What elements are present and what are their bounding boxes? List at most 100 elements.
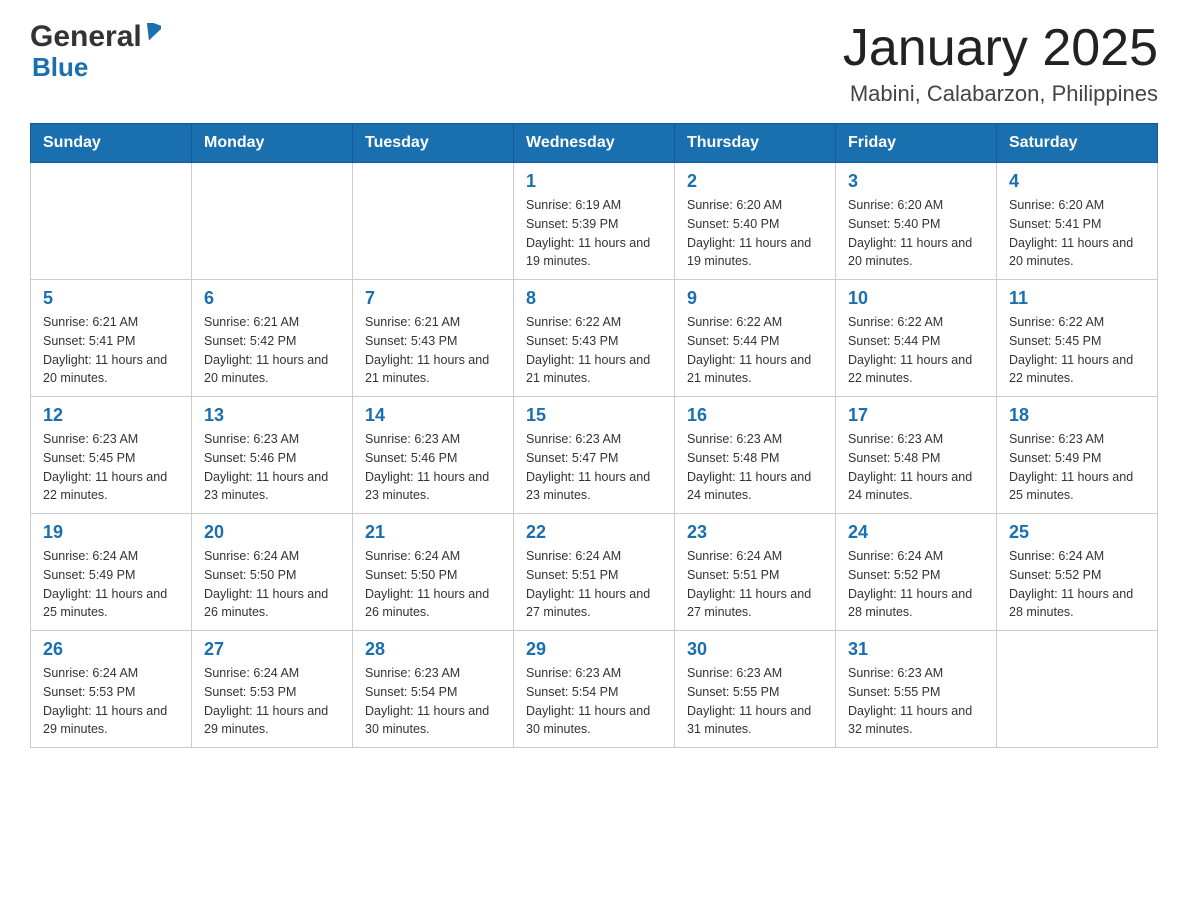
day-info: Sunrise: 6:23 AMSunset: 5:49 PMDaylight:… [1009, 430, 1145, 505]
day-number: 23 [687, 522, 823, 543]
day-number: 7 [365, 288, 501, 309]
calendar-cell: 8 Sunrise: 6:22 AMSunset: 5:43 PMDaylight… [514, 280, 675, 397]
header-monday: Monday [192, 124, 353, 163]
day-number: 3 [848, 171, 984, 192]
calendar-cell: 22 Sunrise: 6:24 AMSunset: 5:51 PMDayligh… [514, 514, 675, 631]
header-saturday: Saturday [997, 124, 1158, 163]
week-row-1: 1 Sunrise: 6:19 AMSunset: 5:39 PMDaylight… [31, 163, 1158, 280]
day-info: Sunrise: 6:22 AMSunset: 5:44 PMDaylight:… [687, 313, 823, 388]
calendar-cell: 30 Sunrise: 6:23 AMSunset: 5:55 PMDayligh… [675, 631, 836, 748]
day-info: Sunrise: 6:23 AMSunset: 5:46 PMDaylight:… [365, 430, 501, 505]
calendar-cell: 4Sunrise: 6:20 AMSunset: 5:41 PMDaylight… [997, 163, 1158, 280]
day-number: 12 [43, 405, 179, 426]
day-number: 22 [526, 522, 662, 543]
day-number: 29 [526, 639, 662, 660]
day-info: Sunrise: 6:24 AMSunset: 5:50 PMDaylight:… [365, 547, 501, 622]
day-number: 20 [204, 522, 340, 543]
day-number: 6 [204, 288, 340, 309]
header-sunday: Sunday [31, 124, 192, 163]
week-row-3: 12 Sunrise: 6:23 AMSunset: 5:45 PMDayligh… [31, 397, 1158, 514]
day-info: Sunrise: 6:23 AMSunset: 5:45 PMDaylight:… [43, 430, 179, 505]
calendar-cell: 6 Sunrise: 6:21 AMSunset: 5:42 PMDaylight… [192, 280, 353, 397]
day-number: 16 [687, 405, 823, 426]
calendar-cell: 3 Sunrise: 6:20 AMSunset: 5:40 PMDaylight… [836, 163, 997, 280]
day-info: Sunrise: 6:23 AMSunset: 5:47 PMDaylight:… [526, 430, 662, 505]
calendar-cell: 26 Sunrise: 6:24 AMSunset: 5:53 PMDayligh… [31, 631, 192, 748]
calendar-cell: 17 Sunrise: 6:23 AMSunset: 5:48 PMDayligh… [836, 397, 997, 514]
header-wednesday: Wednesday [514, 124, 675, 163]
header-tuesday: Tuesday [353, 124, 514, 163]
calendar-cell: 13 Sunrise: 6:23 AMSunset: 5:46 PMDayligh… [192, 397, 353, 514]
day-number: 26 [43, 639, 179, 660]
calendar-cell: 27 Sunrise: 6:24 AMSunset: 5:53 PMDayligh… [192, 631, 353, 748]
day-info: Sunrise: 6:23 AMSunset: 5:48 PMDaylight:… [687, 430, 823, 505]
day-info: Sunrise: 6:22 AMSunset: 5:43 PMDaylight:… [526, 313, 662, 388]
calendar-cell: 11 Sunrise: 6:22 AMSunset: 5:45 PMDayligh… [997, 280, 1158, 397]
day-number: 25 [1009, 522, 1145, 543]
header-friday: Friday [836, 124, 997, 163]
logo-triangle-icon [143, 23, 161, 48]
calendar-cell [31, 163, 192, 280]
calendar-cell: 15Sunrise: 6:23 AMSunset: 5:47 PMDayligh… [514, 397, 675, 514]
day-info: Sunrise: 6:24 AMSunset: 5:53 PMDaylight:… [204, 664, 340, 739]
day-number: 5 [43, 288, 179, 309]
day-info: Sunrise: 6:23 AMSunset: 5:48 PMDaylight:… [848, 430, 984, 505]
day-number: 30 [687, 639, 823, 660]
month-title: January 2025 [843, 20, 1158, 77]
day-number: 17 [848, 405, 984, 426]
calendar-cell: 12 Sunrise: 6:23 AMSunset: 5:45 PMDayligh… [31, 397, 192, 514]
day-info: Sunrise: 6:21 AMSunset: 5:42 PMDaylight:… [204, 313, 340, 388]
calendar-table: Sunday Monday Tuesday Wednesday Thursday… [30, 123, 1158, 748]
day-number: 28 [365, 639, 501, 660]
calendar-cell [192, 163, 353, 280]
calendar-cell: 20 Sunrise: 6:24 AMSunset: 5:50 PMDayligh… [192, 514, 353, 631]
day-info: Sunrise: 6:23 AMSunset: 5:46 PMDaylight:… [204, 430, 340, 505]
day-number: 31 [848, 639, 984, 660]
day-info: Sunrise: 6:19 AMSunset: 5:39 PMDaylight:… [526, 196, 662, 271]
day-number: 10 [848, 288, 984, 309]
day-info: Sunrise: 6:22 AMSunset: 5:45 PMDaylight:… [1009, 313, 1145, 388]
calendar-cell: 25 Sunrise: 6:24 AMSunset: 5:52 PMDayligh… [997, 514, 1158, 631]
calendar-cell: 2Sunrise: 6:20 AMSunset: 5:40 PMDaylight… [675, 163, 836, 280]
calendar-cell: 9 Sunrise: 6:22 AMSunset: 5:44 PMDaylight… [675, 280, 836, 397]
day-number: 8 [526, 288, 662, 309]
day-info: Sunrise: 6:24 AMSunset: 5:52 PMDaylight:… [1009, 547, 1145, 622]
title-section: January 2025 Mabini, Calabarzon, Philipp… [843, 20, 1158, 107]
day-info: Sunrise: 6:23 AMSunset: 5:55 PMDaylight:… [848, 664, 984, 739]
day-number: 27 [204, 639, 340, 660]
day-info: Sunrise: 6:24 AMSunset: 5:51 PMDaylight:… [526, 547, 662, 622]
day-number: 18 [1009, 405, 1145, 426]
calendar-cell: 23 Sunrise: 6:24 AMSunset: 5:51 PMDayligh… [675, 514, 836, 631]
day-number: 2 [687, 171, 823, 192]
day-info: Sunrise: 6:20 AMSunset: 5:41 PMDaylight:… [1009, 196, 1145, 271]
calendar-cell [997, 631, 1158, 748]
calendar-cell: 28Sunrise: 6:23 AMSunset: 5:54 PMDayligh… [353, 631, 514, 748]
day-info: Sunrise: 6:24 AMSunset: 5:50 PMDaylight:… [204, 547, 340, 622]
day-info: Sunrise: 6:21 AMSunset: 5:41 PMDaylight:… [43, 313, 179, 388]
day-info: Sunrise: 6:20 AMSunset: 5:40 PMDaylight:… [848, 196, 984, 271]
logo-general-text: General [30, 20, 142, 54]
day-info: Sunrise: 6:24 AMSunset: 5:49 PMDaylight:… [43, 547, 179, 622]
calendar-cell: 21 Sunrise: 6:24 AMSunset: 5:50 PMDayligh… [353, 514, 514, 631]
day-number: 1 [526, 171, 662, 192]
logo-blue-text: Blue [32, 52, 88, 83]
day-number: 11 [1009, 288, 1145, 309]
header-thursday: Thursday [675, 124, 836, 163]
day-number: 9 [687, 288, 823, 309]
calendar-cell: 24Sunrise: 6:24 AMSunset: 5:52 PMDayligh… [836, 514, 997, 631]
calendar-cell: 10Sunrise: 6:22 AMSunset: 5:44 PMDayligh… [836, 280, 997, 397]
calendar-cell: 29Sunrise: 6:23 AMSunset: 5:54 PMDayligh… [514, 631, 675, 748]
logo: General Blue [30, 20, 161, 83]
calendar-cell: 18 Sunrise: 6:23 AMSunset: 5:49 PMDayligh… [997, 397, 1158, 514]
day-info: Sunrise: 6:24 AMSunset: 5:53 PMDaylight:… [43, 664, 179, 739]
day-info: Sunrise: 6:21 AMSunset: 5:43 PMDaylight:… [365, 313, 501, 388]
day-number: 21 [365, 522, 501, 543]
calendar-cell: 19Sunrise: 6:24 AMSunset: 5:49 PMDayligh… [31, 514, 192, 631]
day-info: Sunrise: 6:24 AMSunset: 5:51 PMDaylight:… [687, 547, 823, 622]
day-number: 13 [204, 405, 340, 426]
calendar-cell: 5 Sunrise: 6:21 AMSunset: 5:41 PMDaylight… [31, 280, 192, 397]
day-number: 14 [365, 405, 501, 426]
page-header: General Blue January 2025 Mabini, Calaba… [30, 20, 1158, 107]
week-row-5: 26 Sunrise: 6:24 AMSunset: 5:53 PMDayligh… [31, 631, 1158, 748]
day-info: Sunrise: 6:23 AMSunset: 5:55 PMDaylight:… [687, 664, 823, 739]
